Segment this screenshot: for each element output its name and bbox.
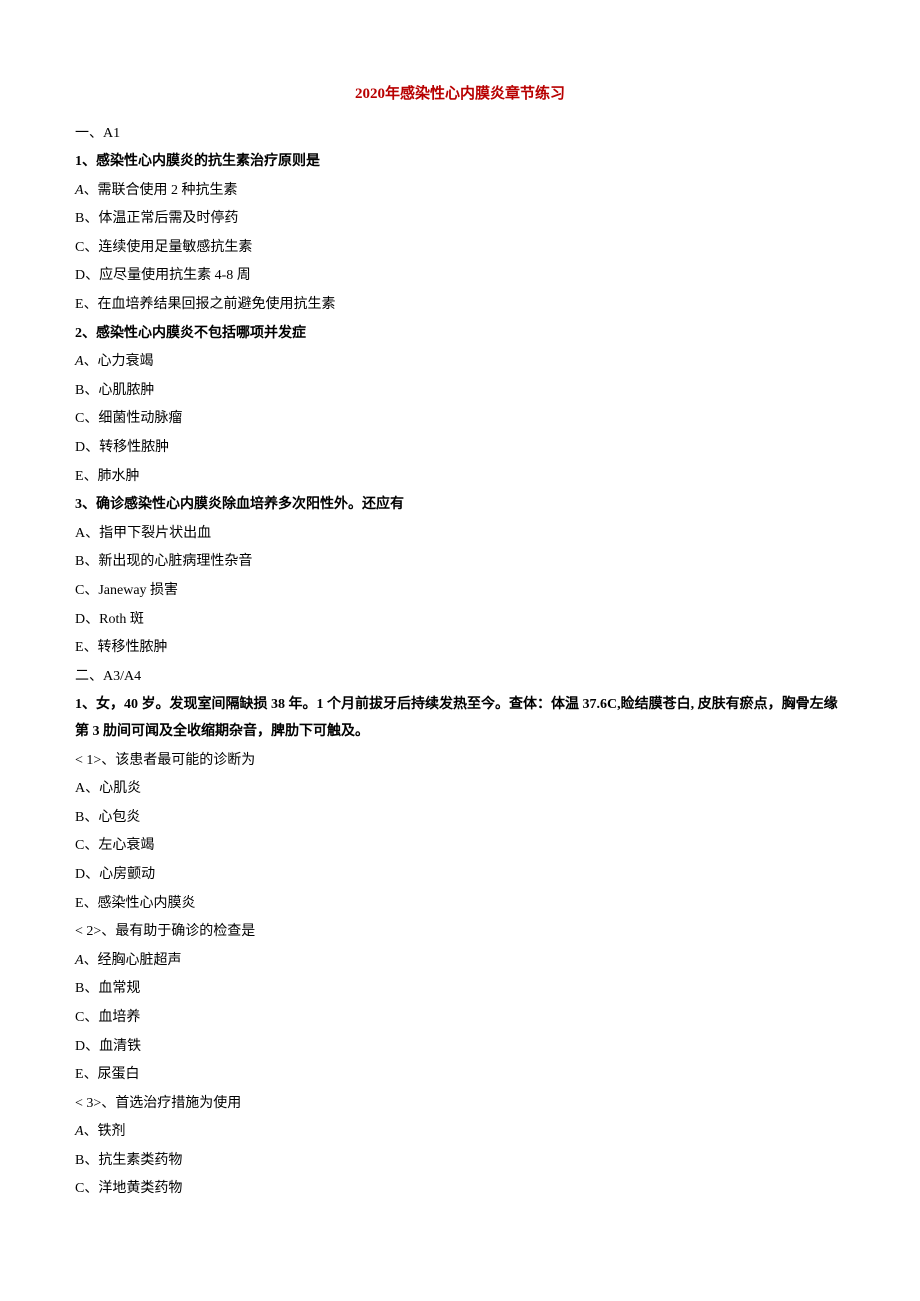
sub2-label: < 2>、最有助于确诊的检查是: [75, 919, 845, 946]
sub1-option-a: A、心肌炎: [75, 776, 845, 803]
q2-option-c: C、细菌性动脉瘤: [75, 406, 845, 433]
q2-stem: 2、感染性心内膜炎不包括哪项并发症: [75, 321, 845, 348]
sub1-option-b: B、心包炎: [75, 805, 845, 832]
title-year: 2020: [355, 86, 385, 102]
sub2-option-a: A、经胸心脏超声: [75, 948, 845, 975]
q1-option-d: D、应尽量使用抗生素 4-8 周: [75, 263, 845, 290]
q3-option-b: B、新出现的心脏病理性杂音: [75, 549, 845, 576]
sub1-option-c: C、左心衰竭: [75, 833, 845, 860]
q3-stem: 3、确诊感染性心内膜炎除血培养多次阳性外。还应有: [75, 492, 845, 519]
sub2-option-e: E、尿蛋白: [75, 1062, 845, 1089]
sub3-option-a: A、铁剂: [75, 1119, 845, 1146]
sub1-option-d: D、心房颤动: [75, 862, 845, 889]
q2-option-e: E、肺水肿: [75, 464, 845, 491]
q3-option-d: D、Roth 斑: [75, 607, 845, 634]
q1-option-b: B、体温正常后需及时停药: [75, 206, 845, 233]
vignette-1: 1、女，40 岁。发现室间隔缺损 38 年。1 个月前拔牙后持续发热至今。查体：…: [75, 692, 845, 745]
q2-option-d: D、转移性脓肿: [75, 435, 845, 462]
sub3-option-c: C、洋地黄类药物: [75, 1176, 845, 1203]
sub2-option-d: D、血清铁: [75, 1034, 845, 1061]
q3-option-e: E、转移性脓肿: [75, 635, 845, 662]
sub3-label: < 3>、首选治疗措施为使用: [75, 1091, 845, 1118]
q2-option-a: A、心力衰竭: [75, 349, 845, 376]
q1-stem: 1、感染性心内膜炎的抗生素治疗原则是: [75, 149, 845, 176]
q1-option-e: E、在血培养结果回报之前避免使用抗生素: [75, 292, 845, 319]
q2-option-b: B、心肌脓肿: [75, 378, 845, 405]
q3-option-a: A、指甲下裂片状出血: [75, 521, 845, 548]
sub1-option-e: E、感染性心内膜炎: [75, 891, 845, 918]
q1-option-c: C、连续使用足量敏感抗生素: [75, 235, 845, 262]
section-a-label: 一、A1: [75, 121, 845, 148]
title-rest: 年感染性心内膜炎章节练习: [385, 86, 565, 102]
sub2-option-c: C、血培养: [75, 1005, 845, 1032]
q1-option-a: A、需联合使用 2 种抗生素: [75, 178, 845, 205]
sub3-option-b: B、抗生素类药物: [75, 1148, 845, 1175]
sub2-option-b: B、血常规: [75, 976, 845, 1003]
sub1-label: < 1>、该患者最可能的诊断为: [75, 748, 845, 775]
page-title: 2020年感染性心内膜炎章节练习: [75, 80, 845, 109]
section-b-label: 二、A3/A4: [75, 664, 845, 691]
q3-option-c: C、Janeway 损害: [75, 578, 845, 605]
